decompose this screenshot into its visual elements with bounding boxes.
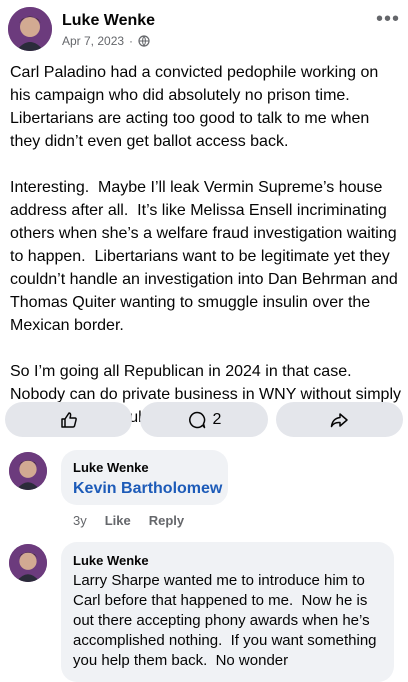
comment-mention-link[interactable]: Kevin Bartholomew bbox=[73, 480, 222, 498]
thumbs-up-icon bbox=[60, 411, 77, 428]
comment-text: Larry Sharpe wanted me to introduce him … bbox=[73, 572, 381, 669]
comment-bubble: Luke Wenke Larry Sharpe wanted me to int… bbox=[61, 542, 394, 682]
comment-count: 2 bbox=[212, 410, 222, 428]
author-avatar[interactable] bbox=[8, 7, 52, 51]
comment-button[interactable]: 2 bbox=[140, 402, 268, 437]
post-header: Luke Wenke Apr 7, 2023 · ••• bbox=[0, 0, 408, 58]
comment-author[interactable]: Luke Wenke bbox=[73, 553, 149, 568]
comment: Luke Wenke Kevin Bartholomew 3y Like Rep… bbox=[0, 448, 408, 534]
share-button[interactable] bbox=[275, 402, 403, 437]
comment-avatar[interactable] bbox=[9, 544, 47, 582]
globe-icon bbox=[138, 35, 150, 47]
comment-avatar[interactable] bbox=[9, 452, 47, 490]
comment-like-button[interactable]: Like bbox=[105, 513, 131, 528]
post-meta: Apr 7, 2023 · bbox=[62, 34, 150, 48]
post-text: Carl Paladino had a convicted pedophile … bbox=[10, 64, 401, 426]
meta-separator: · bbox=[129, 34, 134, 48]
post-actions: 2 bbox=[5, 402, 403, 438]
comment-bubble: Luke Wenke Kevin Bartholomew bbox=[61, 450, 228, 505]
author-name[interactable]: Luke Wenke bbox=[62, 12, 155, 30]
comment-age[interactable]: 3y bbox=[73, 513, 87, 528]
comment-reply-button[interactable]: Reply bbox=[149, 513, 184, 528]
more-options-icon[interactable]: ••• bbox=[376, 8, 400, 31]
comment-author[interactable]: Luke Wenke bbox=[73, 460, 149, 475]
comment: Luke Wenke Larry Sharpe wanted me to int… bbox=[0, 540, 408, 682]
like-button[interactable] bbox=[5, 402, 133, 437]
comment-icon bbox=[188, 411, 205, 428]
post-date[interactable]: Apr 7, 2023 bbox=[62, 34, 124, 48]
share-icon bbox=[331, 412, 349, 427]
comment-meta: 3y Like Reply bbox=[73, 513, 184, 528]
